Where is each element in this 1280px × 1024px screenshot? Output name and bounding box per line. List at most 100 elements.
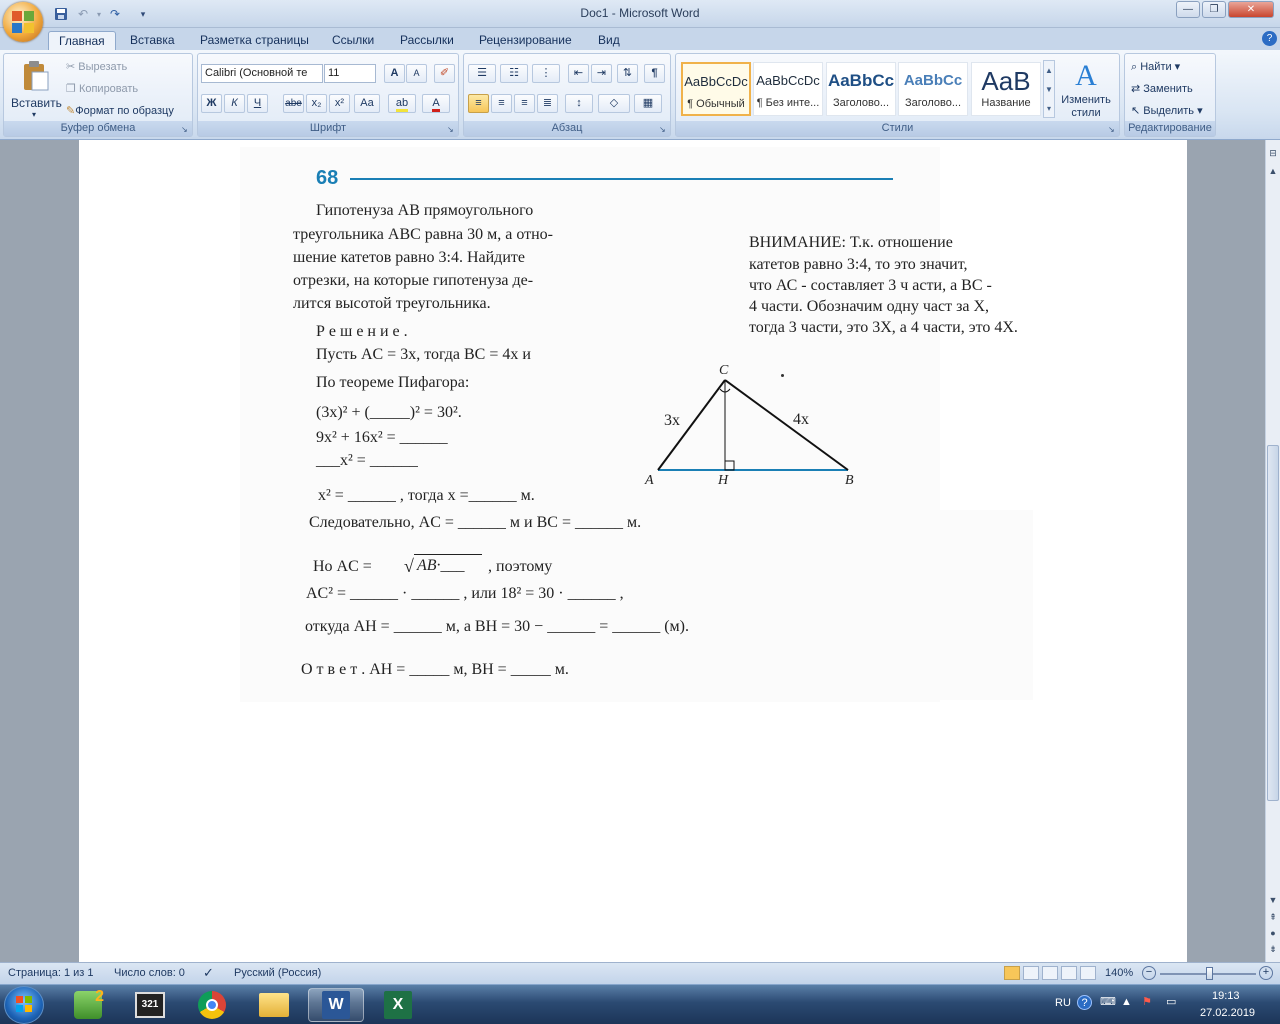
underline-button[interactable]: Ч (247, 94, 268, 113)
style-title[interactable]: AaB Название (971, 62, 1041, 116)
zoom-level[interactable]: 140% (1105, 967, 1133, 979)
tab-view[interactable]: Вид (588, 31, 630, 50)
taskbar-excel[interactable]: X (370, 988, 426, 1022)
shrink-font-button[interactable]: A (406, 64, 427, 83)
taskbar-app-puzzle[interactable]: 2 (60, 988, 116, 1022)
page-count[interactable]: Страница: 1 из 1 (8, 967, 94, 979)
tab-mailings[interactable]: Рассылки (390, 31, 464, 50)
align-center-icon[interactable]: ≡ (491, 94, 512, 113)
word-count[interactable]: Число слов: 0 (114, 967, 185, 979)
copy-button[interactable]: ❐ Копировать (66, 82, 138, 95)
print-layout-icon[interactable] (1004, 966, 1020, 980)
start-button[interactable] (4, 986, 44, 1024)
taskbar-media-player[interactable]: 321 (122, 988, 178, 1022)
next-page-icon[interactable]: ⇟ (1266, 942, 1280, 957)
numbering-icon[interactable]: ☷ (500, 64, 528, 83)
taskbar-word[interactable]: W (308, 988, 364, 1022)
subscript-button[interactable]: x₂ (306, 94, 327, 113)
note-line-3[interactable]: что АС - составляет 3 ч асти, а ВС - (749, 277, 992, 295)
decrease-indent-icon[interactable]: ⇤ (568, 64, 589, 83)
browse-object-icon[interactable]: ● (1266, 926, 1280, 941)
format-painter-button[interactable]: ✎Формат по образцу (66, 104, 174, 117)
note-line-5[interactable]: тогда 3 части, это 3Х, а 4 части, это 4Х… (749, 319, 1018, 337)
styles-launcher-icon[interactable]: ↘ (1108, 125, 1117, 134)
borders-icon[interactable]: ▦ (634, 94, 662, 113)
bold-button[interactable]: Ж (201, 94, 222, 113)
strikethrough-button[interactable]: abe (283, 94, 304, 113)
show-hidden-icons[interactable]: ▲ (1121, 996, 1132, 1008)
scroll-up-icon[interactable]: ▲ (1266, 164, 1280, 179)
change-styles-button[interactable]: A Изменить стили (1056, 58, 1116, 120)
scroll-thumb[interactable] (1267, 445, 1279, 801)
font-color-icon[interactable]: A (422, 94, 450, 113)
multilevel-list-icon[interactable]: ⋮ (532, 64, 560, 83)
cut-button[interactable]: ✂ Вырезать (66, 60, 127, 73)
taskbar-explorer[interactable] (246, 988, 302, 1022)
grow-font-button[interactable]: A (384, 64, 405, 83)
tab-insert[interactable]: Вставка (120, 31, 185, 50)
previous-page-icon[interactable]: ⇞ (1266, 910, 1280, 925)
tab-review[interactable]: Рецензирование (469, 31, 582, 50)
language-indicator[interactable]: Русский (Россия) (234, 967, 321, 979)
close-button[interactable]: ✕ (1228, 1, 1274, 18)
find-button[interactable]: ⌕ Найти ▾ (1131, 60, 1180, 74)
paste-button[interactable]: Вставить ▾ (8, 58, 64, 120)
note-line-4[interactable]: 4 части. Обозначим одну част за Х, (749, 298, 989, 316)
align-right-icon[interactable]: ≡ (514, 94, 535, 113)
minimize-button[interactable]: — (1176, 1, 1200, 18)
font-name-combo[interactable]: Calibri (Основной те (201, 64, 323, 83)
ruler-toggle-icon[interactable]: ⊟ (1266, 146, 1280, 161)
clear-format-icon[interactable]: ✐ (434, 64, 455, 83)
note-line-2[interactable]: катетов равно 3:4, то это значит, (749, 256, 967, 274)
flag-tray-icon[interactable]: ⚑ (1142, 995, 1152, 1008)
note-line-1[interactable]: ВНИМАНИЕ: Т.к. отношение (749, 234, 953, 252)
highlight-icon[interactable]: ab (388, 94, 416, 113)
draft-icon[interactable] (1080, 966, 1096, 980)
paragraph-launcher-icon[interactable]: ↘ (659, 125, 668, 134)
change-case-button[interactable]: Aa (354, 94, 380, 113)
replace-button[interactable]: ⇄ Заменить (1131, 82, 1193, 95)
clock-time[interactable]: 19:13 (1212, 990, 1240, 1002)
bullets-icon[interactable]: ☰ (468, 64, 496, 83)
style-normal[interactable]: AaBbCcDc ¶ Обычный (681, 62, 751, 116)
full-screen-reading-icon[interactable] (1023, 966, 1039, 980)
scroll-down-icon[interactable]: ▼ (1266, 893, 1280, 908)
tab-home[interactable]: Главная (48, 31, 116, 50)
office-button[interactable] (3, 2, 43, 42)
justify-icon[interactable]: ≣ (537, 94, 558, 113)
restore-button[interactable]: ❐ (1202, 1, 1226, 18)
shading-icon[interactable]: ◇ (598, 94, 630, 113)
outline-icon[interactable] (1061, 966, 1077, 980)
zoom-in-icon[interactable]: + (1259, 966, 1273, 980)
clock-date[interactable]: 27.02.2019 (1200, 1007, 1255, 1019)
vertical-scrollbar[interactable]: ⊟ ▲ ▼ ⇞ ● ⇟ (1265, 140, 1280, 962)
increase-indent-icon[interactable]: ⇥ (591, 64, 612, 83)
show-marks-button[interactable]: ¶ (644, 64, 665, 83)
help-tray-icon[interactable]: ? (1077, 995, 1092, 1010)
clipboard-launcher-icon[interactable]: ↘ (181, 125, 190, 134)
paste-dropdown-icon[interactable]: ▾ (32, 110, 36, 119)
font-launcher-icon[interactable]: ↘ (447, 125, 456, 134)
style-heading-2[interactable]: AaBbCc Заголово... (898, 62, 968, 116)
select-button[interactable]: ↖ Выделить ▾ (1131, 104, 1203, 117)
tab-page-layout[interactable]: Разметка страницы (190, 31, 319, 50)
align-left-icon[interactable]: ≡ (468, 94, 489, 113)
proofing-icon[interactable]: ✓ (203, 965, 214, 981)
tab-references[interactable]: Ссылки (322, 31, 384, 50)
italic-button[interactable]: К (224, 94, 245, 113)
style-no-spacing[interactable]: AaBbCcDc ¶ Без инте... (753, 62, 823, 116)
sort-icon[interactable]: ⇅ (617, 64, 638, 83)
help-icon[interactable]: ? (1262, 31, 1277, 46)
zoom-slider-thumb[interactable] (1206, 967, 1213, 980)
font-size-combo[interactable]: 11 (324, 64, 376, 83)
style-heading-1[interactable]: AaBbCc Заголово... (826, 62, 896, 116)
keyboard-tray-icon[interactable]: ⌨ (1100, 995, 1116, 1008)
web-layout-icon[interactable] (1042, 966, 1058, 980)
zoom-out-icon[interactable]: − (1142, 966, 1156, 980)
superscript-button[interactable]: x² (329, 94, 350, 113)
styles-scroll[interactable]: ▲ ▼ ▾ (1043, 60, 1055, 118)
language-bar[interactable]: RU (1055, 997, 1071, 1009)
line-spacing-icon[interactable]: ↕ (565, 94, 593, 113)
network-tray-icon[interactable]: ▭ (1166, 995, 1176, 1008)
taskbar-chrome[interactable] (184, 988, 240, 1022)
